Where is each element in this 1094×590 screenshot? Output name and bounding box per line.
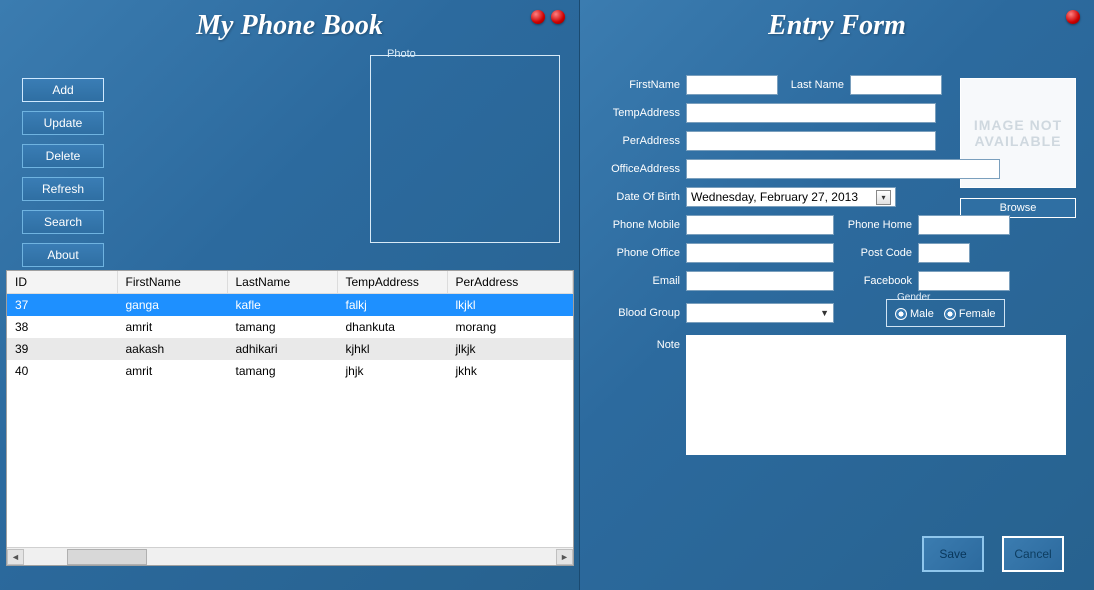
window-control-dot-1[interactable]	[531, 10, 545, 24]
entry-form-title: Entry Form	[580, 0, 1094, 48]
postcode-label: Post Code	[840, 247, 912, 259]
female-radio[interactable]: Female	[944, 308, 996, 320]
chevron-down-icon: ▼	[820, 308, 829, 318]
cell: 40	[7, 360, 117, 382]
email-field[interactable]	[686, 271, 834, 291]
officeaddress-label: OfficeAddress	[598, 163, 680, 175]
scroll-right-arrow-icon[interactable]: ►	[556, 549, 573, 565]
cancel-button[interactable]: Cancel	[1002, 536, 1064, 572]
tempaddress-field[interactable]	[686, 103, 936, 123]
female-label: Female	[959, 308, 996, 320]
cell: tamang	[227, 360, 337, 382]
cell: dhankuta	[337, 316, 447, 338]
cell: amrit	[117, 360, 227, 382]
cell: morang	[447, 316, 573, 338]
refresh-button[interactable]: Refresh	[22, 177, 104, 201]
note-label: Note	[598, 335, 680, 351]
form-action-row: Save Cancel	[922, 536, 1064, 572]
bloodgroup-label: Blood Group	[598, 307, 680, 319]
peraddress-field[interactable]	[686, 131, 936, 151]
cell: lkjkl	[447, 294, 573, 317]
horizontal-scrollbar[interactable]: ◄ ►	[7, 547, 573, 565]
cell: kjhkl	[337, 338, 447, 360]
phoneoffice-label: Phone Office	[598, 247, 680, 259]
male-label: Male	[910, 308, 934, 320]
table-row[interactable]: 38 amrit tamang dhankuta morang	[7, 316, 573, 338]
about-button[interactable]: About	[22, 243, 104, 267]
scroll-left-arrow-icon[interactable]: ◄	[7, 549, 24, 565]
officeaddress-field[interactable]	[686, 159, 1000, 179]
firstname-label: FirstName	[598, 79, 680, 91]
entry-form-window: Entry Form IMAGE NOT AVAILABLE Browse Fi…	[580, 0, 1094, 590]
phonehome-label: Phone Home	[840, 219, 912, 231]
cell: 37	[7, 294, 117, 317]
phonemobile-field[interactable]	[686, 215, 834, 235]
photo-groupbox: Photo	[370, 55, 560, 243]
lastname-label: Last Name	[784, 79, 844, 91]
cell: adhikari	[227, 338, 337, 360]
cell: aakash	[117, 338, 227, 360]
email-label: Email	[598, 275, 680, 287]
table-row[interactable]: 37 ganga kafle falkj lkjkl	[7, 294, 573, 317]
table-row[interactable]: 39 aakash adhikari kjhkl jlkjk	[7, 338, 573, 360]
cell: jhjk	[337, 360, 447, 382]
phonehome-field[interactable]	[918, 215, 1010, 235]
calendar-dropdown-icon[interactable]: ▾	[876, 190, 891, 205]
note-field[interactable]	[686, 335, 1066, 455]
table-header-row: ID FirstName LastName TempAddress PerAdd…	[7, 271, 573, 294]
bloodgroup-combobox[interactable]: ▼	[686, 303, 834, 323]
cell: jlkjk	[447, 338, 573, 360]
search-button[interactable]: Search	[22, 210, 104, 234]
window-control-dot-2[interactable]	[551, 10, 565, 24]
cell: kafle	[227, 294, 337, 317]
cell: tamang	[227, 316, 337, 338]
col-firstname[interactable]: FirstName	[117, 271, 227, 294]
add-button[interactable]: Add	[22, 78, 104, 102]
facebook-field[interactable]	[918, 271, 1010, 291]
col-peraddress[interactable]: PerAddress	[447, 271, 573, 294]
cell: falkj	[337, 294, 447, 317]
firstname-field[interactable]	[686, 75, 778, 95]
dob-value: Wednesday, February 27, 2013	[691, 190, 858, 204]
cell: 38	[7, 316, 117, 338]
col-lastname[interactable]: LastName	[227, 271, 337, 294]
cell: jkhk	[447, 360, 573, 382]
update-button[interactable]: Update	[22, 111, 104, 135]
form-area: FirstName Last Name TempAddress PerAddre…	[580, 75, 1094, 463]
phoneoffice-field[interactable]	[686, 243, 834, 263]
phonemobile-label: Phone Mobile	[598, 219, 680, 231]
action-button-column: Add Update Delete Refresh Search About	[22, 78, 104, 267]
male-radio[interactable]: Male	[895, 308, 934, 320]
table-row[interactable]: 40 amrit tamang jhjk jkhk	[7, 360, 573, 382]
window-control-dot-3[interactable]	[1066, 10, 1080, 24]
scroll-thumb[interactable]	[67, 549, 147, 565]
cell: amrit	[117, 316, 227, 338]
save-button[interactable]: Save	[922, 536, 984, 572]
radio-icon	[944, 308, 956, 320]
cell: ganga	[117, 294, 227, 317]
dob-label: Date Of Birth	[598, 191, 680, 203]
col-id[interactable]: ID	[7, 271, 117, 294]
radio-icon	[895, 308, 907, 320]
phone-book-title: My Phone Book	[0, 0, 579, 48]
lastname-field[interactable]	[850, 75, 942, 95]
dob-datepicker[interactable]: Wednesday, February 27, 2013 ▾	[686, 187, 896, 207]
col-tempaddress[interactable]: TempAddress	[337, 271, 447, 294]
gender-legend: Gender	[895, 292, 932, 303]
cell: 39	[7, 338, 117, 360]
facebook-label: Facebook	[840, 275, 912, 287]
delete-button[interactable]: Delete	[22, 144, 104, 168]
contacts-grid[interactable]: ID FirstName LastName TempAddress PerAdd…	[6, 270, 574, 566]
peraddress-label: PerAddress	[598, 135, 680, 147]
phone-book-window: My Phone Book Add Update Delete Refresh …	[0, 0, 580, 590]
contacts-table: ID FirstName LastName TempAddress PerAdd…	[7, 271, 573, 382]
tempaddress-label: TempAddress	[598, 107, 680, 119]
gender-groupbox: Gender Male Female	[886, 299, 1005, 327]
photo-legend: Photo	[383, 48, 420, 60]
postcode-field[interactable]	[918, 243, 970, 263]
